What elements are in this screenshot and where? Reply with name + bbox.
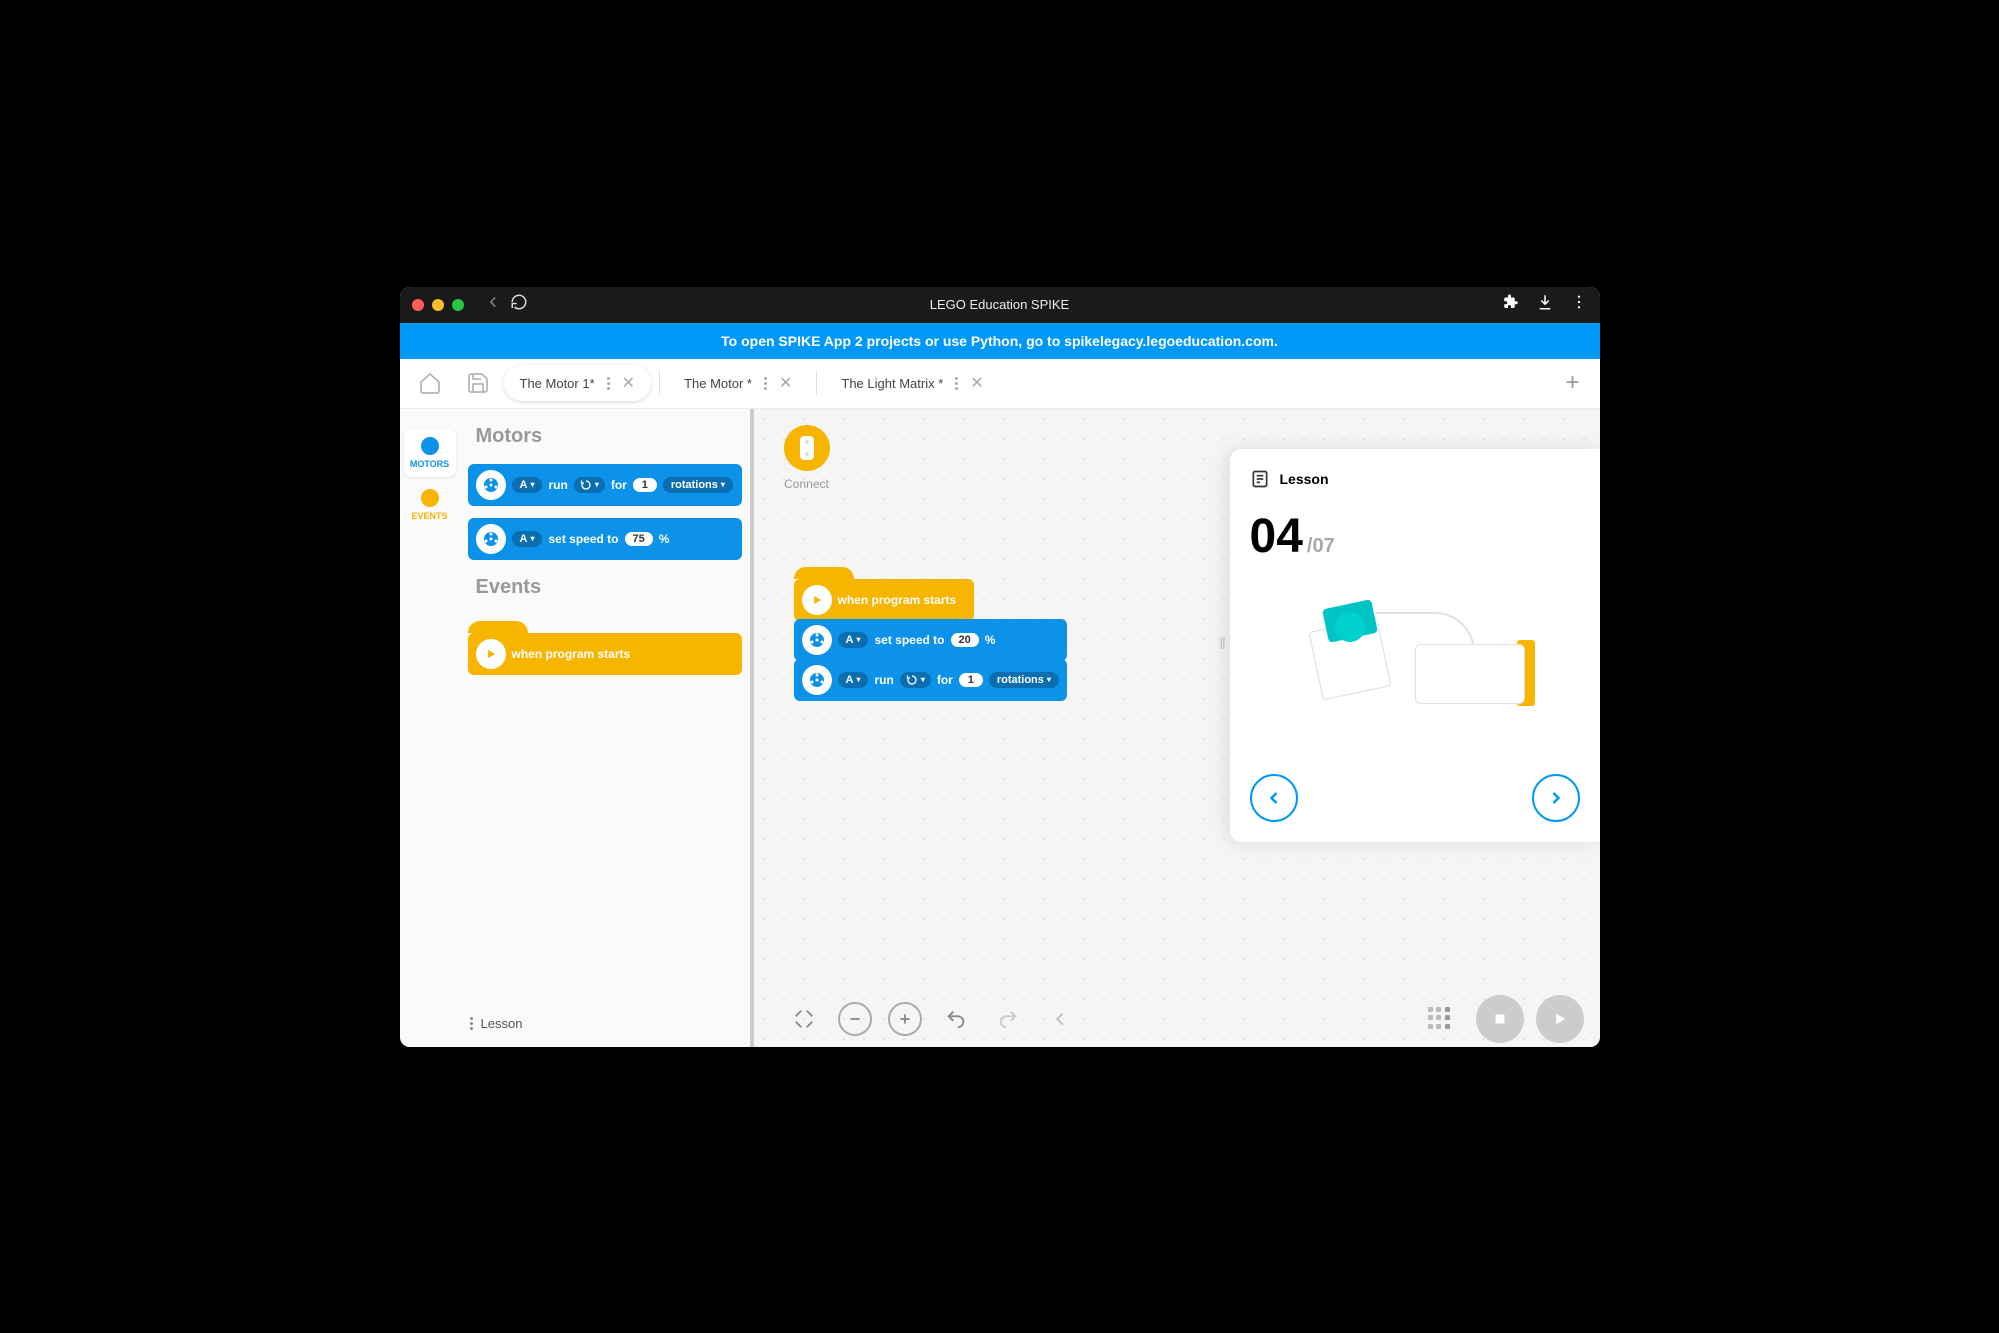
event-block[interactable]: when program starts (468, 633, 742, 675)
tab-close-button[interactable]: ✕ (622, 373, 635, 393)
tab-menu-icon[interactable] (764, 377, 767, 390)
lesson-panel: ‖ Lesson 04 /07 (1230, 449, 1600, 842)
canvas[interactable]: Connect when program startsAset speed to… (750, 409, 1600, 1047)
download-icon[interactable] (1536, 293, 1554, 316)
number-input[interactable]: 1 (959, 673, 983, 687)
port-dropdown[interactable]: A (838, 632, 869, 648)
motor-block[interactable]: Arunfor1rotations (794, 659, 1067, 701)
motor-block[interactable]: Aset speed to75% (468, 518, 742, 560)
window-title: LEGO Education SPIKE (930, 297, 1069, 312)
tab-menu-icon[interactable] (607, 377, 610, 390)
tab-label: The Light Matrix * (841, 376, 943, 391)
tab-label: The Motor 1* (520, 376, 595, 391)
motor-block[interactable]: Aset speed to20% (794, 619, 1067, 661)
panel-drag-handle[interactable]: ‖ (1216, 625, 1230, 665)
titlebar: LEGO Education SPIKE (400, 287, 1600, 323)
zoom-in-button[interactable] (888, 1002, 922, 1036)
lesson-step-current: 04 (1250, 509, 1303, 564)
port-dropdown[interactable]: A (512, 477, 543, 493)
fit-view-button[interactable] (786, 1001, 822, 1037)
motor-icon (802, 665, 832, 695)
minimize-window-button[interactable] (432, 299, 444, 311)
lesson-step-total: /07 (1307, 535, 1335, 558)
play-icon (802, 585, 832, 615)
redo-button[interactable] (990, 1001, 1026, 1037)
collapse-button[interactable] (1042, 1001, 1078, 1037)
canvas-bottom-bar (754, 991, 1600, 1047)
connect-button[interactable]: Connect (784, 425, 830, 491)
stop-button[interactable] (1476, 995, 1524, 1043)
main-area: MOTORSEVENTS MotorsArunfor1rotationsAset… (400, 409, 1600, 1047)
category-rail: MOTORSEVENTS (400, 409, 460, 1047)
block-stack[interactable]: when program startsAset speed to20%Arunf… (794, 579, 1067, 699)
tab-menu-icon[interactable] (955, 377, 958, 390)
add-tab-button[interactable]: + (1553, 369, 1591, 397)
extension-icon[interactable] (1502, 293, 1520, 316)
port-dropdown[interactable]: A (838, 672, 869, 688)
home-button[interactable] (408, 361, 452, 405)
undo-button[interactable] (938, 1001, 974, 1037)
direction-dropdown[interactable] (574, 477, 605, 493)
close-window-button[interactable] (412, 299, 424, 311)
lesson-image (1250, 574, 1580, 754)
direction-dropdown[interactable] (900, 672, 931, 688)
unit-dropdown[interactable]: rotations (663, 477, 733, 493)
lesson-toggle[interactable]: Lesson (470, 1016, 523, 1031)
play-icon (476, 639, 506, 669)
number-input[interactable]: 20 (951, 633, 979, 647)
lesson-prev-button[interactable] (1250, 774, 1298, 822)
traffic-lights (412, 299, 464, 311)
category-motors[interactable]: MOTORS (404, 429, 456, 477)
save-button[interactable] (456, 361, 500, 405)
motor-icon (476, 524, 506, 554)
category-events[interactable]: EVENTS (404, 481, 456, 529)
number-input[interactable]: 1 (633, 478, 657, 492)
lesson-icon (1250, 469, 1270, 489)
tab-0[interactable]: The Motor 1* ✕ (504, 365, 652, 401)
port-dropdown[interactable]: A (512, 531, 543, 547)
tab-1[interactable]: The Motor * ✕ (668, 365, 808, 401)
reload-button[interactable] (510, 293, 528, 316)
lesson-header-text: Lesson (1280, 471, 1329, 487)
palette-section-header: Events (468, 572, 742, 603)
unit-dropdown[interactable]: rotations (989, 672, 1059, 688)
tab-close-button[interactable]: ✕ (779, 373, 792, 393)
tab-2[interactable]: The Light Matrix * ✕ (825, 365, 999, 401)
info-banner: To open SPIKE App 2 projects or use Pyth… (400, 323, 1600, 359)
number-input[interactable]: 75 (625, 532, 653, 546)
play-button[interactable] (1536, 995, 1584, 1043)
connect-label: Connect (784, 477, 829, 491)
tab-close-button[interactable]: ✕ (970, 373, 983, 393)
tab-label: The Motor * (684, 376, 752, 391)
lesson-next-button[interactable] (1532, 774, 1580, 822)
back-button[interactable] (484, 293, 502, 316)
app-window: LEGO Education SPIKE To open SPIKE App 2… (400, 287, 1600, 1047)
motor-icon (802, 625, 832, 655)
grid-toggle-button[interactable] (1428, 1007, 1452, 1031)
motor-icon (476, 470, 506, 500)
maximize-window-button[interactable] (452, 299, 464, 311)
more-menu-icon[interactable] (1570, 293, 1588, 316)
motor-block[interactable]: Arunfor1rotations (468, 464, 742, 506)
event-block[interactable]: when program starts (794, 579, 974, 621)
block-palette: MotorsArunfor1rotationsAset speed to75%E… (460, 409, 750, 1047)
toolbar: The Motor 1*✕The Motor *✕The Light Matri… (400, 359, 1600, 409)
zoom-out-button[interactable] (838, 1002, 872, 1036)
palette-section-header: Motors (468, 421, 742, 452)
